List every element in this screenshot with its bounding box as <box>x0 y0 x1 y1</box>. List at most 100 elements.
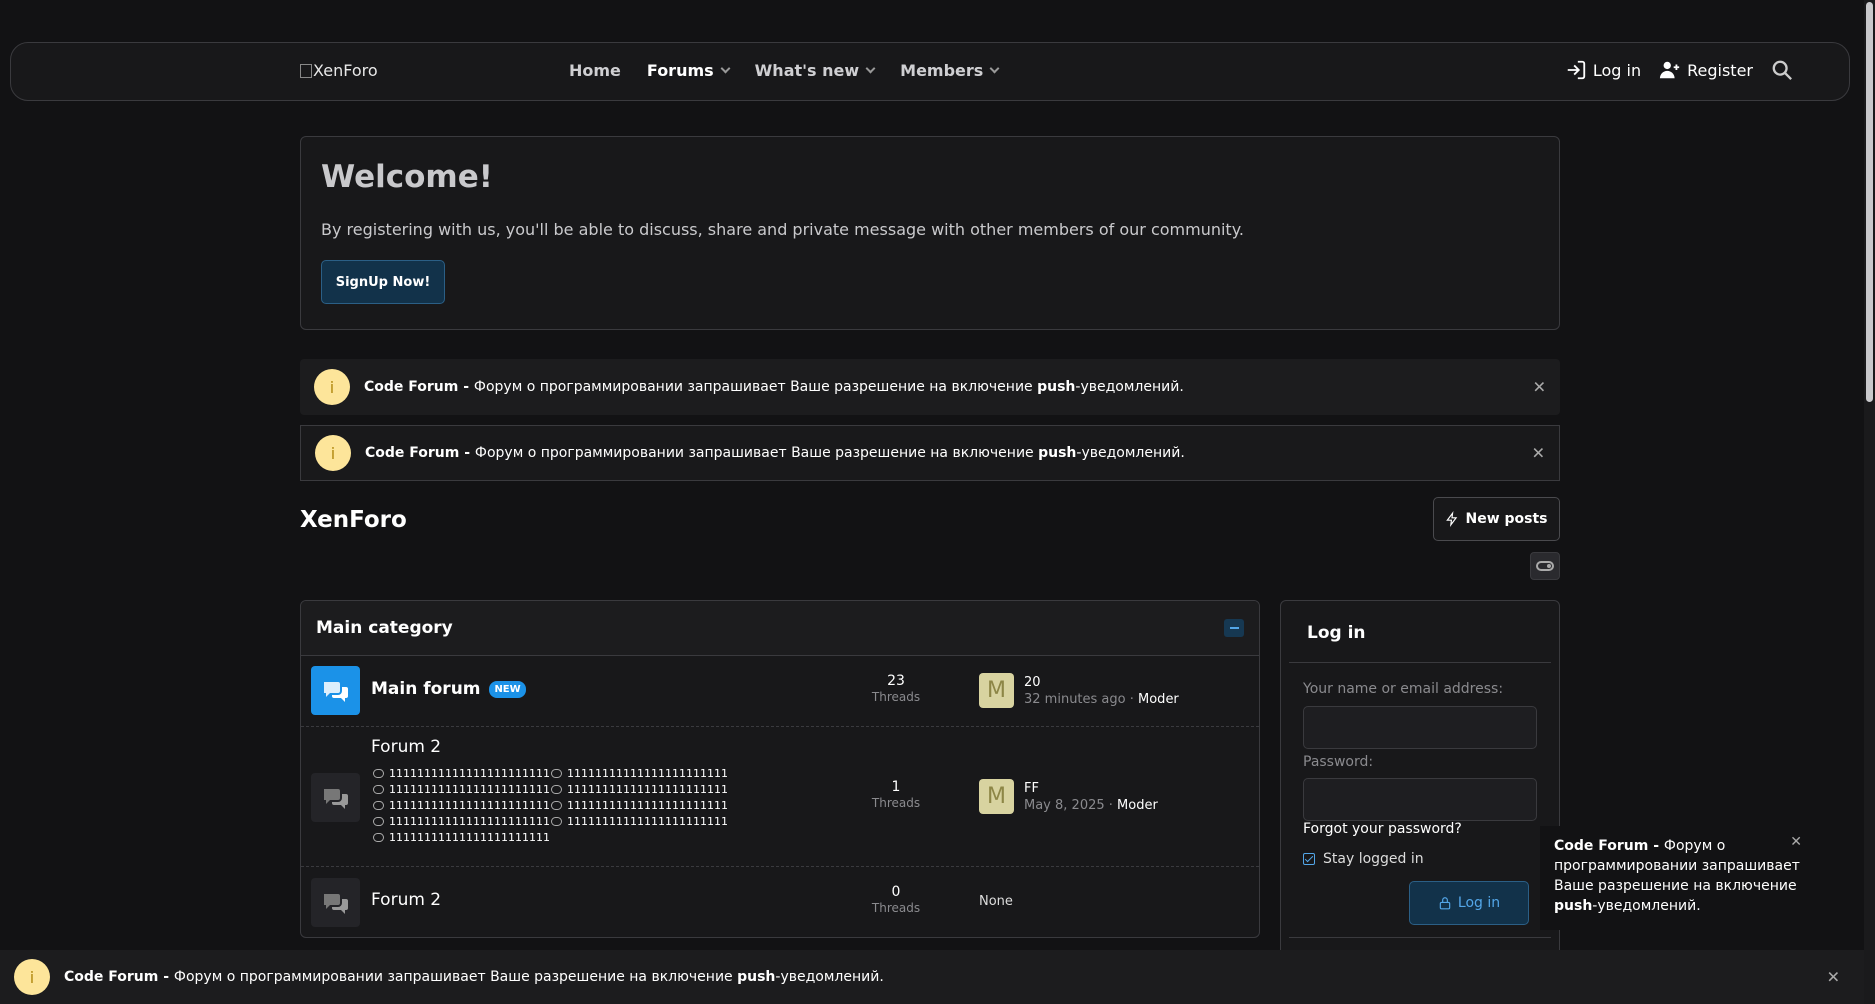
comment-icon <box>373 785 384 794</box>
welcome-text: By registering with us, you'll be able t… <box>321 220 1244 239</box>
search-icon <box>1772 60 1792 80</box>
forum-read-icon <box>311 773 360 822</box>
notice-body: Форум о программировании запрашивает Ваш… <box>173 969 738 985</box>
password-label: Password: <box>1303 754 1374 770</box>
forgot-password-link[interactable]: Forgot your password? <box>1303 821 1462 837</box>
thread-count: 23 <box>887 673 905 689</box>
push-notice: i Code Forum - Форум о программировании … <box>300 359 1560 415</box>
info-icon: i <box>14 959 50 995</box>
comment-icon <box>551 801 562 810</box>
info-icon: i <box>314 369 350 405</box>
category-title[interactable]: Main category <box>316 618 453 638</box>
subforum-name: 1111111111111111111111111111111 <box>567 783 729 796</box>
header-login-link[interactable]: Log in <box>1565 59 1641 81</box>
login-widget: Log in Your name or email address: Passw… <box>1280 600 1560 1004</box>
close-icon[interactable]: ✕ <box>1533 378 1546 397</box>
notice-text: Code Forum - Форум о программировании за… <box>364 379 1184 395</box>
last-post: M 20 32 minutes ago · Moder <box>979 673 1179 708</box>
close-icon[interactable]: ✕ <box>1827 968 1840 987</box>
thread-stat: 1 Threads <box>841 779 951 810</box>
subforum-link[interactable]: 1111111111111111111111111111111 <box>373 799 551 812</box>
page-scrollbar[interactable] <box>1864 0 1875 1004</box>
collapse-toggle[interactable] <box>1224 619 1244 637</box>
username-input[interactable] <box>1303 706 1537 749</box>
signup-button[interactable]: SignUp Now! <box>321 260 445 304</box>
nav-home[interactable]: Home <box>569 61 621 80</box>
close-icon[interactable]: ✕ <box>1532 444 1545 463</box>
subforum-link[interactable]: 1111111111111111111111111111111 <box>551 767 729 780</box>
nav-whats-new[interactable]: What's new <box>755 61 876 80</box>
header-login-label: Log in <box>1592 60 1642 80</box>
avatar[interactable]: M <box>979 779 1014 814</box>
thread-label: Threads <box>871 796 921 810</box>
divider <box>1289 937 1551 938</box>
notice-site: Code Forum - <box>1554 838 1664 854</box>
subforum-name: 1111111111111111111111111111111 <box>567 815 729 828</box>
nav-home-label: Home <box>569 61 621 80</box>
login-submit-button[interactable]: Log in <box>1409 881 1529 925</box>
notice-body: Форум о программировании запрашивает Ваш… <box>474 445 1039 461</box>
subforum-name: 1111111111111111111111111111111 <box>389 783 551 796</box>
chevron-down-icon[interactable] <box>865 63 876 74</box>
last-post-time[interactable]: May 8, 2025 <box>1024 798 1105 813</box>
lock-icon <box>1439 897 1451 910</box>
forum-title-link[interactable]: Forum 2 <box>371 890 441 910</box>
subforum-link[interactable]: 1111111111111111111111111111111 <box>373 767 551 780</box>
nav-members[interactable]: Members <box>900 61 1000 80</box>
header-search-button[interactable] <box>1771 59 1793 81</box>
nav-members-label: Members <box>900 61 984 80</box>
last-post-time[interactable]: 32 minutes ago <box>1024 692 1126 707</box>
popup-text: Code Forum - Форум о программировании за… <box>1554 836 1802 916</box>
info-icon: i <box>315 435 351 471</box>
last-post-user[interactable]: Moder <box>1117 798 1158 813</box>
broken-image-icon <box>300 64 312 78</box>
logo-alt-text: XenForo <box>313 61 378 80</box>
nav-forums[interactable]: Forums <box>647 61 731 80</box>
subforum-name: 1111111111111111111111111111111 <box>389 767 551 780</box>
forum-title-link[interactable]: Main forum NEW <box>371 679 526 699</box>
last-post-none: None <box>979 894 1013 909</box>
avatar[interactable]: M <box>979 673 1014 708</box>
stay-logged-in-checkbox[interactable] <box>1303 853 1315 865</box>
forum-row: Forum 2 11111111111111111111111 11111111 … <box>301 727 1259 867</box>
comment-icon <box>373 769 384 778</box>
welcome-panel: Welcome! By registering with us, you'll … <box>300 136 1560 330</box>
header-actions: Log in Register <box>1565 59 1793 81</box>
comment-icon <box>551 785 562 794</box>
scrollbar-thumb[interactable] <box>1866 2 1873 402</box>
comment-icon <box>551 817 562 826</box>
login-widget-title: Log in <box>1307 623 1366 643</box>
subforum-link[interactable]: 1111111111111111111111111111111 <box>373 815 551 828</box>
style-toggle-button[interactable] <box>1530 552 1560 580</box>
chevron-down-icon[interactable] <box>989 63 1000 74</box>
subforum-link[interactable]: 1111111111111111111111111111111 <box>373 783 551 796</box>
stay-logged-in[interactable]: Stay logged in <box>1303 851 1424 867</box>
subforum-link[interactable]: 1111111111111111111111111111111 <box>551 815 729 828</box>
forum-title-link[interactable]: Forum 2 <box>371 737 441 757</box>
chevron-down-icon[interactable] <box>720 63 731 74</box>
last-thread-title[interactable]: 20 <box>1024 675 1179 690</box>
close-icon[interactable]: ✕ <box>1790 834 1802 850</box>
new-posts-button[interactable]: New posts <box>1433 497 1560 541</box>
subforum-link[interactable]: 1111111111111111111111111111111 <box>551 799 729 812</box>
header-register-link[interactable]: Register <box>1659 59 1753 81</box>
notice-push: push <box>1554 898 1593 914</box>
stay-logged-in-label: Stay logged in <box>1323 851 1424 867</box>
subforum-link[interactable]: 1111111111111111111111111111111 <box>551 783 729 796</box>
thread-count: 0 <box>891 884 901 900</box>
password-input[interactable] <box>1303 778 1537 821</box>
last-post-user[interactable]: Moder <box>1138 692 1179 707</box>
comment-icon <box>551 769 562 778</box>
subforum-name: 1111111111111111111111111111111 <box>567 799 729 812</box>
main-nav: Home Forums What's new Members <box>569 61 1000 80</box>
site-logo[interactable]: XenForo <box>300 61 378 80</box>
last-thread-title[interactable]: FF <box>1024 781 1158 796</box>
notice-tail: -уведомлений. <box>1592 898 1701 914</box>
notice-text: Code Forum - Форум о программировании за… <box>365 445 1185 461</box>
last-post-meta: May 8, 2025 · Moder <box>1024 797 1158 813</box>
toggle-icon <box>1536 561 1554 571</box>
notice-tail: -уведомлений. <box>1075 379 1184 395</box>
welcome-title: Welcome! <box>321 159 493 195</box>
forum-row: Forum 2 0 Threads None <box>301 867 1259 937</box>
subforum-link[interactable]: 1111111111111111111111111111111 <box>373 831 551 844</box>
